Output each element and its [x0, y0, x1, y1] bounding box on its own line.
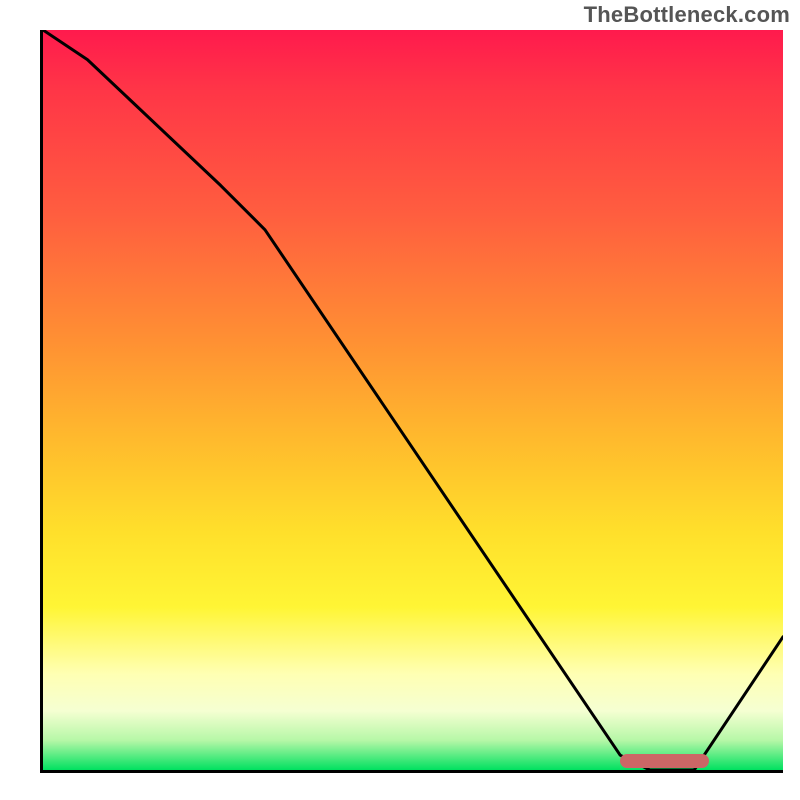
watermark-text: TheBottleneck.com: [584, 2, 790, 28]
curve-path: [43, 30, 783, 770]
bottleneck-curve: [43, 30, 783, 770]
chart-plot-area: [40, 30, 783, 773]
optimal-range-marker: [620, 754, 709, 768]
